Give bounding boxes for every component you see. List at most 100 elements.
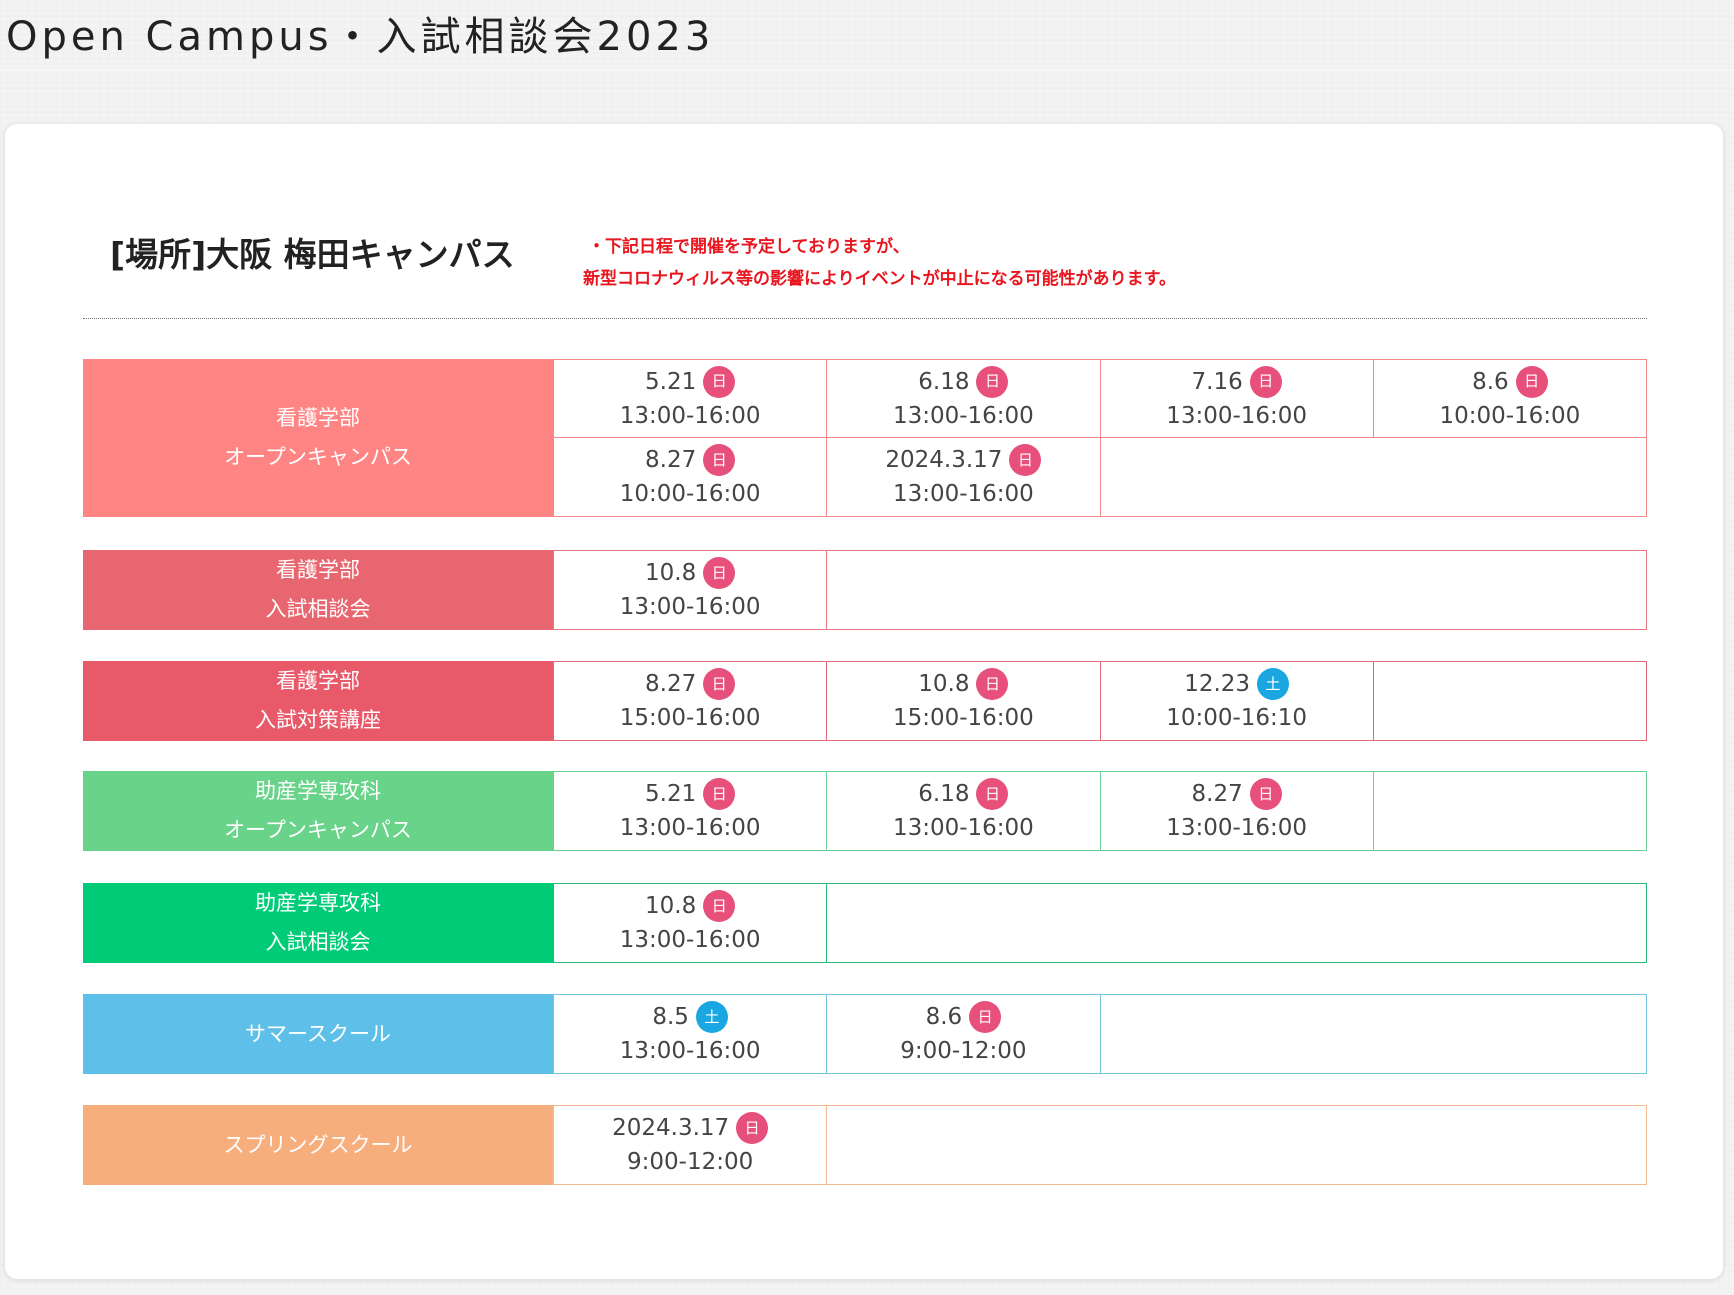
row-label-line2: オープンキャンパス xyxy=(224,445,412,469)
session-date: 8.27 xyxy=(645,447,697,473)
session-cell: 8.5 土 13:00-16:00 xyxy=(553,995,826,1073)
session-time: 9:00-12:00 xyxy=(900,1038,1027,1064)
schedule-row-nursing-open-campus: 看護学部 オープンキャンパス 5.21 日 13:00-16:00 6.18 日 1… xyxy=(83,359,1647,517)
title-band xyxy=(0,70,1734,71)
schedule-row-midwifery-consultation: 助産学専攻科 入試相談会 10.8 日 13:00-16:00 xyxy=(83,883,1647,963)
session-time: 13:00-16:00 xyxy=(1166,402,1308,429)
empty-cell xyxy=(1099,438,1647,516)
row-label-line2: 入試相談会 xyxy=(265,597,371,621)
row-label: 助産学専攻科 入試相談会 xyxy=(83,883,553,963)
session-time: 13:00-16:00 xyxy=(892,402,1034,429)
session-time: 10:00-16:00 xyxy=(1439,402,1581,429)
empty-cell xyxy=(1372,662,1646,740)
sunday-badge: 日 xyxy=(736,1112,769,1144)
session-date: 8.6 xyxy=(1472,368,1509,395)
row-label-line1: スプリングスクール xyxy=(223,1132,413,1157)
row-label: 看護学部 入試相談会 xyxy=(83,550,553,630)
sunday-badge: 日 xyxy=(703,557,736,589)
venue-heading: [場所]大阪 梅田キャンパス xyxy=(110,235,515,274)
session-date: 10.8 xyxy=(645,560,697,586)
schedule-row-nursing-exam-prep: 看護学部 入試対策講座 8.27 日 15:00-16:00 10.8 日 15:0… xyxy=(83,661,1647,741)
sunday-badge: 日 xyxy=(1515,365,1548,398)
sunday-badge: 日 xyxy=(976,778,1009,810)
row-label-line2: 入試対策講座 xyxy=(255,708,381,732)
row-label: サマースクール xyxy=(83,994,553,1074)
row-label-line1: 助産学専攻科 xyxy=(255,891,381,915)
schedule-row-midwifery-open-campus: 助産学専攻科 オープンキャンパス 5.21 日 13:00-16:00 6.18 日… xyxy=(83,771,1647,851)
session-cell: 6.18 日 13:00-16:00 xyxy=(826,772,1099,850)
schedule-row-spring-school: スプリングスクール 2024.3.17 日 9:00-12:00 xyxy=(83,1105,1647,1185)
session-time: 13:00-16:00 xyxy=(619,815,761,841)
session-time: 15:00-16:00 xyxy=(619,705,761,731)
session-date: 5.21 xyxy=(645,368,697,395)
sunday-badge: 日 xyxy=(1009,444,1042,476)
session-grid: 10.8 日 13:00-16:00 xyxy=(553,883,1647,963)
session-cell: 7.16 日 13:00-16:00 xyxy=(1099,360,1373,438)
session-date: 12.23 xyxy=(1184,671,1251,697)
session-cell: 12.23 土 10:00-16:10 xyxy=(1099,662,1373,740)
session-time: 13:00-16:00 xyxy=(892,481,1034,507)
cancellation-notice: ・下記日程で開催を予定しておりますが、 新型コロナウィルス等の影響によりイベント… xyxy=(583,231,1176,295)
row-label-line1: サマースクール xyxy=(245,1021,391,1046)
empty-cell xyxy=(826,1106,1646,1184)
session-grid: 8.5 土 13:00-16:00 8.6 日 9:00-12:00 xyxy=(553,994,1647,1074)
session-time: 13:00-16:00 xyxy=(619,927,761,953)
session-date: 6.18 xyxy=(918,368,970,395)
session-time: 9:00-12:00 xyxy=(627,1149,754,1175)
page-title: Open Campus・入試相談会2023 xyxy=(6,14,715,60)
sunday-badge: 日 xyxy=(703,778,736,810)
notice-line-1: ・下記日程で開催を予定しておりますが、 xyxy=(588,237,910,257)
sunday-badge: 日 xyxy=(703,444,736,476)
session-cell: 6.18 日 13:00-16:00 xyxy=(826,360,1100,438)
session-cell: 5.21 日 13:00-16:00 xyxy=(553,772,826,850)
session-time: 13:00-16:00 xyxy=(619,1038,761,1064)
saturday-badge: 土 xyxy=(1257,668,1290,700)
sunday-badge: 日 xyxy=(703,668,736,700)
session-cell: 8.27 日 10:00-16:00 xyxy=(553,438,826,516)
session-date: 10.8 xyxy=(918,671,970,697)
dotted-divider xyxy=(83,318,1647,319)
session-cell: 5.21 日 13:00-16:00 xyxy=(553,360,827,438)
sunday-badge: 日 xyxy=(976,668,1009,700)
session-date: 6.18 xyxy=(918,781,970,807)
session-cell: 10.8 日 13:00-16:00 xyxy=(553,551,826,629)
notice-line-2: 新型コロナウィルス等の影響によりイベントが中止になる可能性があります。 xyxy=(583,269,1176,289)
empty-cell xyxy=(1099,995,1647,1073)
row-label-line1: 助産学専攻科 xyxy=(255,779,381,803)
session-grid: 5.21 日 13:00-16:00 6.18 日 13:00-16:00 8.27… xyxy=(553,771,1647,851)
empty-cell xyxy=(826,551,1646,629)
session-cell: 8.27 日 15:00-16:00 xyxy=(553,662,826,740)
session-date: 2024.3.17 xyxy=(885,447,1003,473)
schedule-row-summer-school: サマースクール 8.5 土 13:00-16:00 8.6 日 9:00-12:00 xyxy=(83,994,1647,1074)
session-date: 5.21 xyxy=(645,781,697,807)
row-label-line1: 看護学部 xyxy=(276,406,360,430)
row-label: 看護学部 入試対策講座 xyxy=(83,661,553,741)
session-cell: 2024.3.17 日 13:00-16:00 xyxy=(826,438,1099,516)
row-label-line2: 入試相談会 xyxy=(265,930,371,954)
session-cell: 8.27 日 13:00-16:00 xyxy=(1099,772,1373,850)
sunday-badge: 日 xyxy=(703,365,736,398)
session-time: 13:00-16:00 xyxy=(619,402,761,429)
session-grid: 5.21 日 13:00-16:00 6.18 日 13:00-16:00 7.16… xyxy=(553,359,1647,517)
session-date: 7.16 xyxy=(1191,368,1243,395)
row-label: 助産学専攻科 オープンキャンパス xyxy=(83,771,553,851)
session-date: 8.6 xyxy=(925,1004,963,1030)
session-cell: 10.8 日 13:00-16:00 xyxy=(553,884,826,962)
session-cell: 8.6 日 10:00-16:00 xyxy=(1372,360,1646,438)
schedule-row-nursing-consultation: 看護学部 入試相談会 10.8 日 13:00-16:00 xyxy=(83,550,1647,630)
sunday-badge: 日 xyxy=(1249,365,1282,398)
session-time: 13:00-16:00 xyxy=(619,594,761,620)
sunday-badge: 日 xyxy=(703,890,736,922)
session-cell: 8.6 日 9:00-12:00 xyxy=(826,995,1099,1073)
session-cell: 2024.3.17 日 9:00-12:00 xyxy=(553,1106,826,1184)
session-date: 8.27 xyxy=(1191,781,1243,807)
saturday-badge: 土 xyxy=(695,1001,728,1033)
session-cell: 10.8 日 15:00-16:00 xyxy=(826,662,1099,740)
session-grid: 10.8 日 13:00-16:00 xyxy=(553,550,1647,630)
session-time: 10:00-16:10 xyxy=(1166,705,1308,731)
row-label-line1: 看護学部 xyxy=(276,558,360,582)
row-label: 看護学部 オープンキャンパス xyxy=(83,359,553,517)
row-label-line1: 看護学部 xyxy=(276,669,360,693)
sunday-badge: 日 xyxy=(969,1001,1002,1033)
session-time: 13:00-16:00 xyxy=(1166,815,1308,841)
